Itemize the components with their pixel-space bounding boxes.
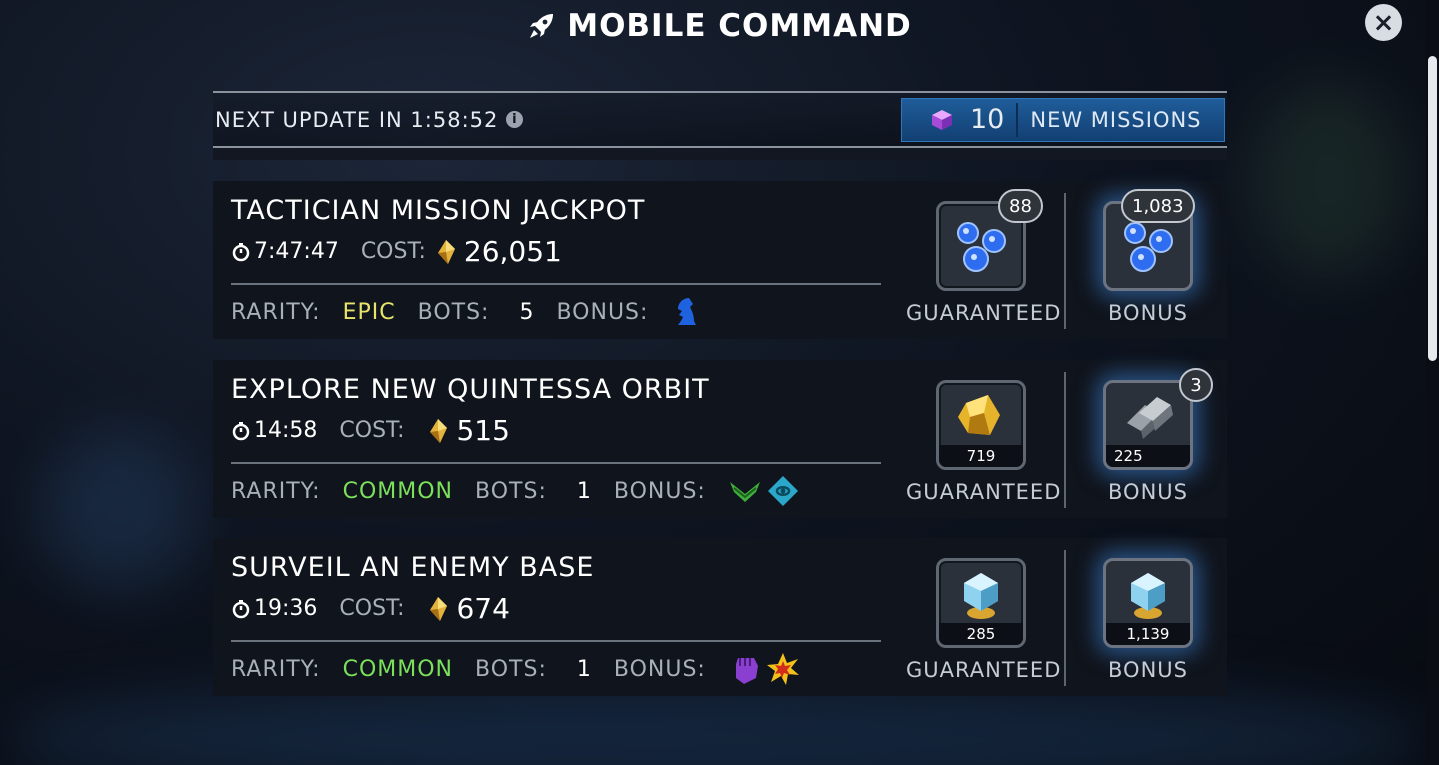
crystal-icon	[1131, 573, 1165, 619]
mission-card[interactable]: TACTICIAN MISSION JACKPOT 7:47:47 COST: …	[213, 181, 1227, 339]
fist-icon	[735, 658, 758, 684]
page-title: MOBILE COMMAND	[567, 8, 912, 44]
energon-icon	[437, 239, 455, 264]
mission-title: SURVEIL AN ENEMY BASE	[231, 552, 595, 583]
knight-icon	[678, 298, 697, 325]
timer-icon	[232, 242, 250, 261]
bonus-label: BONUS:	[613, 656, 706, 682]
next-update-label: NEXT UPDATE IN 1:58:52	[215, 107, 499, 132]
rarity-value: EPIC	[342, 299, 396, 325]
reward-count: 225	[1106, 445, 1190, 467]
mission-meta: 14:58 COST: 515	[231, 414, 510, 447]
reward-count: 719	[939, 445, 1023, 467]
bots-value: 5	[519, 299, 535, 325]
bots-label: BOTS:	[475, 478, 547, 504]
new-missions-button[interactable]: 10 NEW MISSIONS	[901, 97, 1225, 142]
mission-footer: RARITY: EPIC BOTS: 5 BONUS:	[231, 295, 704, 329]
close-button[interactable]: ×	[1365, 4, 1402, 41]
energon-icon	[430, 418, 448, 443]
column-divider	[1064, 550, 1066, 686]
cube-icon	[932, 109, 952, 130]
reward-label: BONUS	[1108, 301, 1188, 325]
reward-bonus[interactable]: 1,083 BONUS	[1073, 181, 1223, 339]
mission-card[interactable]: EXPLORE NEW QUINTESSA ORBIT 14:58 COST: …	[213, 360, 1227, 518]
wings-icon	[729, 482, 760, 502]
reward-guaranteed[interactable]: 88 GUARANTEED	[906, 181, 1062, 339]
mission-card[interactable]: SURVEIL AN ENEMY BASE 19:36 COST: 674 RA…	[213, 538, 1227, 696]
bots-label: BOTS:	[417, 299, 490, 325]
timer-icon	[232, 421, 250, 440]
mission-meta: 19:36 COST: 674	[231, 592, 510, 625]
reward-guaranteed[interactable]: 285 GUARANTEED	[906, 538, 1062, 696]
timer-icon	[232, 599, 250, 618]
reward-badge: 1,083	[1121, 189, 1195, 223]
mission-time: 19:36	[254, 596, 318, 621]
reward-label: GUARANTEED	[906, 658, 1062, 682]
divider	[231, 640, 881, 642]
reward-label: BONUS	[1108, 658, 1188, 682]
scrollbar-thumb[interactable]	[1428, 56, 1437, 361]
reward-bonus[interactable]: 1,139 BONUS	[1073, 538, 1223, 696]
reward-box: 285	[936, 558, 1026, 648]
rarity-value: COMMON	[342, 478, 454, 504]
cost-label: COST:	[339, 596, 405, 621]
mission-cost: 515	[456, 414, 510, 447]
rarity-value: COMMON	[342, 656, 454, 682]
mission-time: 7:47:47	[254, 239, 339, 264]
bonus-label: BONUS:	[613, 478, 706, 504]
reward-guaranteed[interactable]: 719 GUARANTEED	[906, 360, 1062, 518]
reward-label: GUARANTEED	[906, 480, 1062, 504]
column-divider	[1064, 193, 1066, 329]
mission-footer: RARITY: COMMON BOTS: 1 BONUS:	[231, 474, 800, 508]
blue-orbs-icon	[957, 222, 1006, 272]
reward-box: 225	[1103, 380, 1193, 470]
reward-count: 1,139	[1106, 623, 1190, 645]
crystal-icon	[964, 573, 998, 619]
reward-badge: 3	[1179, 368, 1213, 402]
close-icon: ×	[1372, 7, 1395, 38]
reward-badge: 88	[998, 189, 1043, 223]
mission-title: TACTICIAN MISSION JACKPOT	[231, 195, 646, 226]
mission-meta: 7:47:47 COST: 26,051	[231, 235, 562, 268]
reward-label: GUARANTEED	[906, 301, 1062, 325]
mission-time: 14:58	[254, 418, 318, 443]
reward-box: 719	[936, 380, 1026, 470]
bots-label: BOTS:	[475, 656, 547, 682]
mission-cost: 26,051	[463, 235, 562, 268]
bots-value: 1	[576, 656, 592, 682]
column-divider	[1064, 372, 1066, 508]
metal-ingots-icon	[1127, 397, 1173, 439]
reward-label: BONUS	[1108, 480, 1188, 504]
bonus-label: BONUS:	[556, 299, 649, 325]
cost-label: COST:	[339, 418, 405, 443]
mission-title: EXPLORE NEW QUINTESSA ORBIT	[231, 374, 710, 405]
diamond-symbol-icon	[767, 476, 798, 506]
reward-count: 285	[939, 623, 1023, 645]
update-bar: NEXT UPDATE IN 1:58:52 i 10 NEW MISSIONS	[213, 91, 1227, 148]
title-bar: MOBILE COMMAND	[0, 6, 1439, 46]
energon-icon	[430, 596, 448, 621]
update-bar-shadow	[213, 148, 1227, 160]
explosion-icon	[766, 653, 799, 685]
new-missions-label: NEW MISSIONS	[1030, 107, 1202, 132]
divider	[231, 462, 881, 464]
rocket-icon	[530, 14, 554, 38]
divider	[231, 283, 881, 285]
reward-bonus[interactable]: 225 3 BONUS	[1073, 360, 1223, 518]
mission-cost: 674	[456, 592, 510, 625]
cost-label: COST:	[360, 239, 426, 264]
rarity-label: RARITY:	[231, 478, 321, 504]
next-update: NEXT UPDATE IN 1:58:52 i	[213, 107, 524, 132]
rarity-label: RARITY:	[231, 656, 321, 682]
mission-footer: RARITY: COMMON BOTS: 1 BONUS:	[231, 652, 800, 686]
new-missions-count: 10	[970, 102, 1019, 137]
info-icon[interactable]: i	[506, 111, 524, 128]
reward-box: 1,139	[1103, 558, 1193, 648]
gold-ore-icon	[958, 395, 1000, 435]
rarity-label: RARITY:	[231, 299, 321, 325]
bots-value: 1	[576, 478, 592, 504]
